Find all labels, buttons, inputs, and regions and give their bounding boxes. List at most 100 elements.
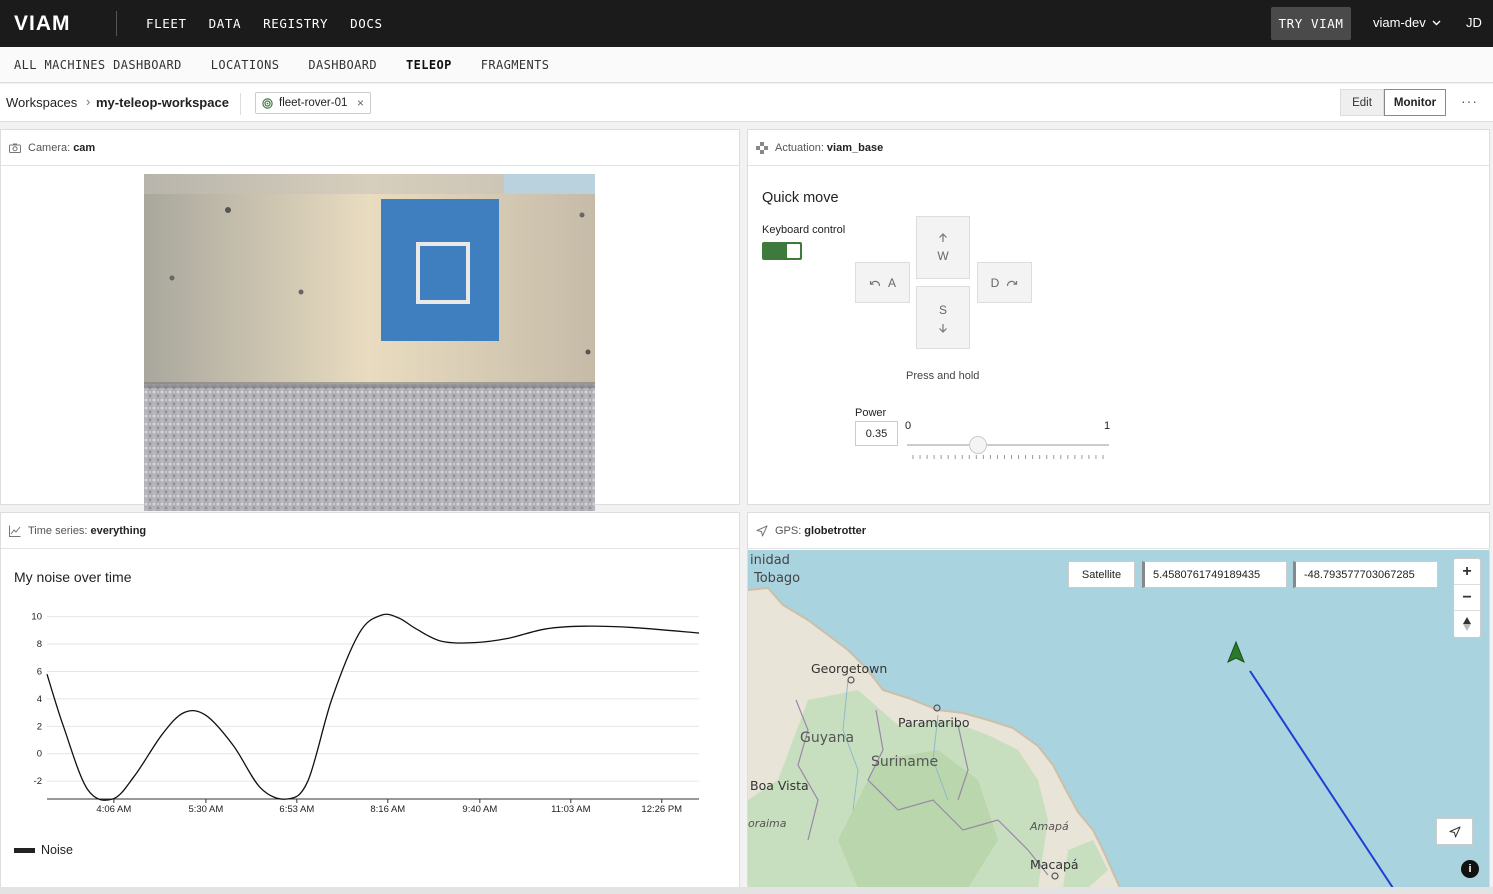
map-label: Tobago — [753, 571, 800, 586]
camera-feed — [144, 174, 595, 511]
more-options-icon[interactable]: ··· — [1461, 93, 1478, 109]
rotate-right-icon — [1007, 280, 1018, 286]
org-selector[interactable]: viam-dev — [1373, 15, 1441, 30]
power-slider-ticks — [912, 455, 1104, 459]
nav-data[interactable]: DATA — [209, 16, 242, 31]
compass-button[interactable] — [1454, 611, 1480, 637]
x-tick-label: 6:53 AM — [279, 804, 314, 815]
key-s-button[interactable]: S — [916, 286, 970, 349]
key-d-button[interactable]: D — [977, 262, 1032, 303]
power-slider-handle[interactable] — [968, 436, 987, 454]
y-tick-label: 6 — [37, 666, 42, 677]
power-input[interactable]: 0.35 — [855, 421, 898, 446]
tab-dashboard[interactable]: DASHBOARD — [308, 58, 377, 72]
map-label: oraima — [748, 817, 787, 830]
viam-logo[interactable]: VIAM — [14, 12, 90, 34]
navigation-icon — [1449, 826, 1460, 837]
tab-teleop[interactable]: TELEOP — [406, 58, 452, 72]
y-tick-label: 8 — [37, 639, 42, 650]
nav-divider — [116, 11, 117, 36]
tab-locations[interactable]: LOCATIONS — [211, 58, 280, 72]
press-and-hold-hint: Press and hold — [906, 370, 980, 382]
top-nav: VIAM FLEET DATA REGISTRY DOCS TRY VIAM v… — [0, 0, 1493, 47]
power-min-label: 0 — [905, 420, 912, 432]
nav-registry[interactable]: REGISTRY — [263, 16, 328, 31]
mode-toggle: Edit Monitor — [1340, 89, 1446, 116]
key-s-label: S — [938, 302, 947, 317]
key-d-label: D — [990, 275, 1000, 290]
nav-fleet[interactable]: FLEET — [146, 16, 187, 31]
rotate-left-icon — [869, 280, 881, 286]
y-tick-label: 0 — [37, 749, 42, 760]
breadcrumb-workspaces[interactable]: Workspaces — [6, 95, 77, 110]
map-label: Boa Vista — [750, 778, 809, 793]
chart-title: My noise over time — [14, 569, 132, 585]
y-tick-label: -2 — [34, 776, 42, 787]
breadcrumb-current: my-teleop-workspace — [96, 95, 229, 110]
power-label: Power — [855, 407, 887, 419]
zoom-in-button[interactable]: + — [1454, 559, 1480, 585]
gps-type-label: GPS: — [775, 524, 802, 537]
x-tick-label: 5:30 AM — [188, 804, 223, 815]
gps-name: globetrotter — [804, 524, 867, 537]
line-chart-icon — [9, 525, 21, 537]
latitude-field[interactable]: 5.4580761749189435 — [1142, 561, 1287, 588]
close-icon[interactable]: × — [357, 96, 364, 110]
x-tick-label: 8:16 AM — [370, 804, 405, 815]
user-avatar[interactable]: JD — [1466, 15, 1482, 30]
legend-swatch — [14, 847, 35, 853]
power-slider-track[interactable] — [907, 444, 1109, 446]
satellite-button[interactable]: Satellite — [1068, 561, 1135, 588]
map-label: Suriname — [871, 754, 938, 770]
try-viam-button[interactable]: TRY VIAM — [1271, 7, 1351, 40]
timeseries-type-label: Time series: — [28, 524, 88, 537]
info-icon[interactable]: i — [1461, 860, 1479, 878]
actuation-panel-header: Actuation: viam_base — [748, 130, 1489, 166]
signal-icon — [262, 97, 273, 109]
series-line-noise — [46, 613, 700, 801]
monitor-button[interactable]: Monitor — [1384, 89, 1446, 116]
camera-frame-image — [144, 174, 595, 511]
divider — [240, 93, 241, 115]
actuation-panel: Actuation: viam_base Quick move Keyboard… — [747, 129, 1490, 505]
timeseries-panel-header: Time series: everything — [1, 513, 739, 549]
timeseries-name: everything — [90, 524, 147, 537]
gamepad-icon — [756, 141, 768, 154]
camera-icon — [9, 142, 21, 154]
nav-docs[interactable]: DOCS — [350, 16, 383, 31]
org-name: viam-dev — [1373, 15, 1426, 30]
machine-chip[interactable]: fleet-rover-01 × — [255, 92, 371, 114]
zoom-out-button[interactable]: − — [1454, 585, 1480, 611]
breadcrumb: Workspaces › my-teleop-workspace fleet-r… — [0, 84, 1493, 122]
tab-all-machines-dashboard[interactable]: ALL MACHINES DASHBOARD — [14, 58, 182, 72]
key-a-label: A — [887, 275, 896, 290]
longitude-field[interactable]: -48.793577703067285 — [1293, 561, 1438, 588]
map-tiles: inidad Tobago Georgetown Paramaribo Guya… — [748, 550, 1489, 888]
camera-panel: Camera: cam — [0, 129, 740, 511]
power-max-label: 1 — [1104, 420, 1111, 432]
x-tick-label: 11:03 AM — [551, 804, 591, 815]
y-tick-label: 4 — [37, 694, 42, 705]
y-tick-label: 10 — [31, 612, 42, 623]
gps-panel: GPS: globetrotter inidad Tobago Georgeto… — [747, 512, 1490, 888]
tab-fragments[interactable]: FRAGMENTS — [481, 58, 550, 72]
chevron-down-icon — [1432, 20, 1441, 25]
actuation-name: viam_base — [826, 141, 884, 154]
actuation-type-label: Actuation: — [775, 141, 824, 154]
timeseries-panel: Time series: everything My noise over ti… — [0, 512, 740, 888]
gps-map[interactable]: inidad Tobago Georgetown Paramaribo Guya… — [748, 550, 1489, 888]
zoom-controls: + − — [1453, 558, 1481, 638]
chart-legend: Noise — [14, 843, 73, 857]
navigation-icon — [756, 525, 768, 537]
key-a-button[interactable]: A — [855, 262, 910, 303]
key-w-button[interactable]: W — [916, 216, 970, 279]
recenter-button[interactable] — [1436, 818, 1473, 845]
chevron-right-icon: › — [86, 94, 91, 109]
map-label: Paramaribo — [898, 715, 969, 730]
keyboard-control-toggle[interactable] — [762, 242, 802, 260]
bottom-scrollbar[interactable] — [0, 887, 1493, 894]
x-tick-label: 4:06 AM — [96, 804, 131, 815]
edit-button[interactable]: Edit — [1340, 89, 1384, 116]
noise-line-chart: -2 0 2 4 6 8 10 4:06 AM 5:30 AM 6:53 AM 8:16 AM 9:4… — [31, 612, 700, 815]
key-w-label: W — [937, 248, 949, 263]
